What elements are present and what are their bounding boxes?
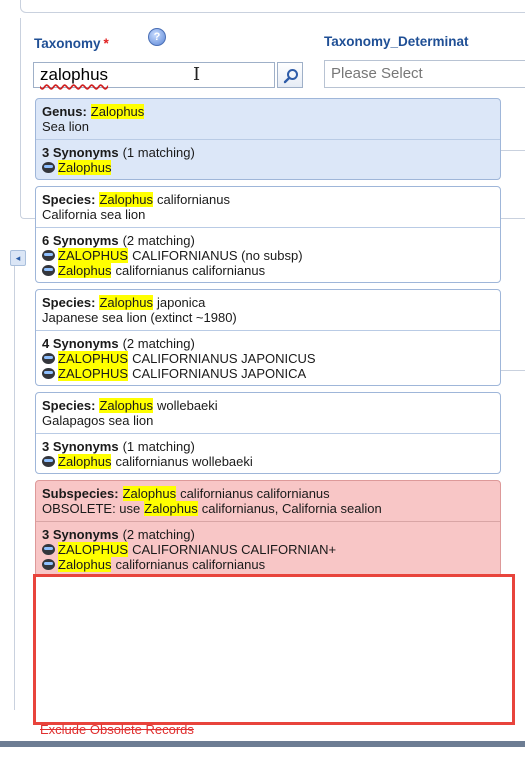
result-name-rest: californianus californianus: [180, 486, 330, 501]
result-common-name: Japanese sea lion (extinct ~1980): [42, 310, 237, 325]
result-name-highlight: Zalophus: [99, 192, 153, 207]
synonym-icon: [42, 456, 55, 467]
synonym-count: 4 Synonyms: [42, 336, 119, 351]
synonym-icon: [42, 353, 55, 364]
form-frame-left: [14, 250, 23, 710]
obsolete-note-highlight: Zalophus: [144, 501, 198, 516]
result-common-name: Galapagos sea lion: [42, 413, 154, 428]
result-item[interactable]: Species: Zalophus californianus California…: [35, 186, 501, 283]
synonym-matching: (1 matching): [122, 439, 195, 454]
synonym-row: Zalophus californianus californianus: [42, 263, 494, 278]
obsolete-note: OBSOLETE: use: [42, 501, 141, 516]
obsolete-note-rest: californianus, California sealion: [201, 501, 382, 516]
result-name-rest: wollebaeki: [156, 398, 218, 413]
synonym-matching: (2 matching): [122, 233, 195, 248]
synonym-rest: californianus californianus: [115, 557, 266, 572]
result-rank: Subspecies:: [42, 486, 119, 501]
synonym-rest: CALIFORNIANUS JAPONICA: [132, 366, 307, 381]
search-icon: [283, 69, 298, 84]
synonym-rest: californianus wollebaeki: [115, 454, 253, 469]
synonym-row: ZALOPHUS CALIFORNIANUS CALIFORNIAN+: [42, 542, 494, 557]
synonym-icon: [42, 559, 55, 570]
synonym-highlight: Zalophus: [58, 263, 112, 278]
synonym-row: ZALOPHUS CALIFORNIANUS (no subsp): [42, 248, 494, 263]
result-name-highlight: Zalophus: [90, 104, 145, 119]
result-name-rest: californianus: [156, 192, 230, 207]
synonym-rest: californianus californianus: [115, 263, 266, 278]
result-rank: Genus:: [42, 104, 87, 119]
synonym-icon: [42, 368, 55, 379]
synonym-row: Zalophus californianus wollebaeki: [42, 454, 494, 469]
synonym-row: ZALOPHUS CALIFORNIANUS JAPONICUS: [42, 351, 494, 366]
taxonomy-results-dropdown: Genus: Zalophus Sea lion 3 Synonyms (1 mat…: [35, 98, 501, 583]
synonym-rest: CALIFORNIANUS (no subsp): [132, 248, 303, 263]
determination-label: Taxonomy_Determinat: [324, 34, 469, 49]
form-panel-top: [20, 0, 525, 13]
result-rank: Species:: [42, 295, 96, 310]
synonym-rest: CALIFORNIANUS JAPONICUS: [132, 351, 316, 366]
synonym-matching: (1 matching): [122, 145, 195, 160]
synonym-count: 3 Synonyms: [42, 145, 119, 160]
determination-placeholder: Please Select: [331, 65, 423, 82]
synonym-matching: (2 matching): [122, 527, 195, 542]
synonym-icon: [42, 544, 55, 555]
required-marker: *: [103, 36, 109, 51]
result-item[interactable]: Species: Zalophus wollebaeki Galapagos sea…: [35, 392, 501, 474]
result-common-name: OBSOLETE: use Zalophus californianus, Cali…: [42, 501, 494, 516]
synonym-highlight: Zalophus: [58, 160, 112, 175]
result-name-rest: japonica: [156, 295, 206, 310]
synonym-matching: (2 matching): [122, 336, 195, 351]
text-cursor-icon: I: [193, 64, 201, 85]
synonym-icon: [42, 250, 55, 261]
determination-select[interactable]: Please Select: [324, 60, 525, 88]
synonym-rest: CALIFORNIANUS CALIFORNIAN+: [132, 542, 337, 557]
synonym-icon: [42, 265, 55, 276]
footer-bar: [0, 741, 525, 747]
result-name-highlight: Zalophus: [99, 398, 153, 413]
exclude-obsolete-link[interactable]: Exclude Obsolete Records: [40, 722, 194, 737]
result-item-obsolete[interactable]: Subspecies: Zalophus californianus califor…: [35, 480, 501, 577]
synonym-count: 3 Synonyms: [42, 527, 119, 542]
result-common-name: Sea lion: [42, 119, 89, 134]
synonym-highlight: ZALOPHUS: [58, 248, 129, 263]
synonym-row: Zalophus californianus californianus: [42, 557, 494, 572]
search-button[interactable]: [277, 62, 303, 88]
synonym-highlight: Zalophus: [58, 454, 112, 469]
synonym-count: 3 Synonyms: [42, 439, 119, 454]
result-item[interactable]: Species: Zalophus japonica Japanese sea li…: [35, 289, 501, 386]
result-rank: Species:: [42, 398, 96, 413]
result-common-name: California sea lion: [42, 207, 146, 222]
synonym-highlight: Zalophus: [58, 557, 112, 572]
synonym-highlight: ZALOPHUS: [58, 351, 129, 366]
callout-highlight-box: [33, 574, 515, 725]
divider: [500, 370, 525, 371]
synonym-highlight: ZALOPHUS: [58, 542, 129, 557]
result-item[interactable]: Genus: Zalophus Sea lion 3 Synonyms (1 mat…: [35, 98, 501, 180]
synonym-row: Zalophus: [42, 160, 494, 175]
synonym-highlight: ZALOPHUS: [58, 366, 129, 381]
synonym-icon: [42, 162, 55, 173]
result-rank: Species:: [42, 192, 96, 207]
collapse-arrow-icon[interactable]: ◂: [10, 250, 26, 266]
result-name-highlight: Zalophus: [99, 295, 153, 310]
divider: [500, 150, 525, 151]
taxonomy-label: Taxonomy *: [34, 36, 109, 51]
help-icon[interactable]: ?: [148, 28, 166, 46]
taxonomy-search-input[interactable]: zalophus: [33, 62, 275, 88]
taxonomy-search-value: zalophus: [40, 65, 109, 84]
result-name-highlight: Zalophus: [122, 486, 177, 501]
synonym-count: 6 Synonyms: [42, 233, 119, 248]
synonym-row: ZALOPHUS CALIFORNIANUS JAPONICA: [42, 366, 494, 381]
